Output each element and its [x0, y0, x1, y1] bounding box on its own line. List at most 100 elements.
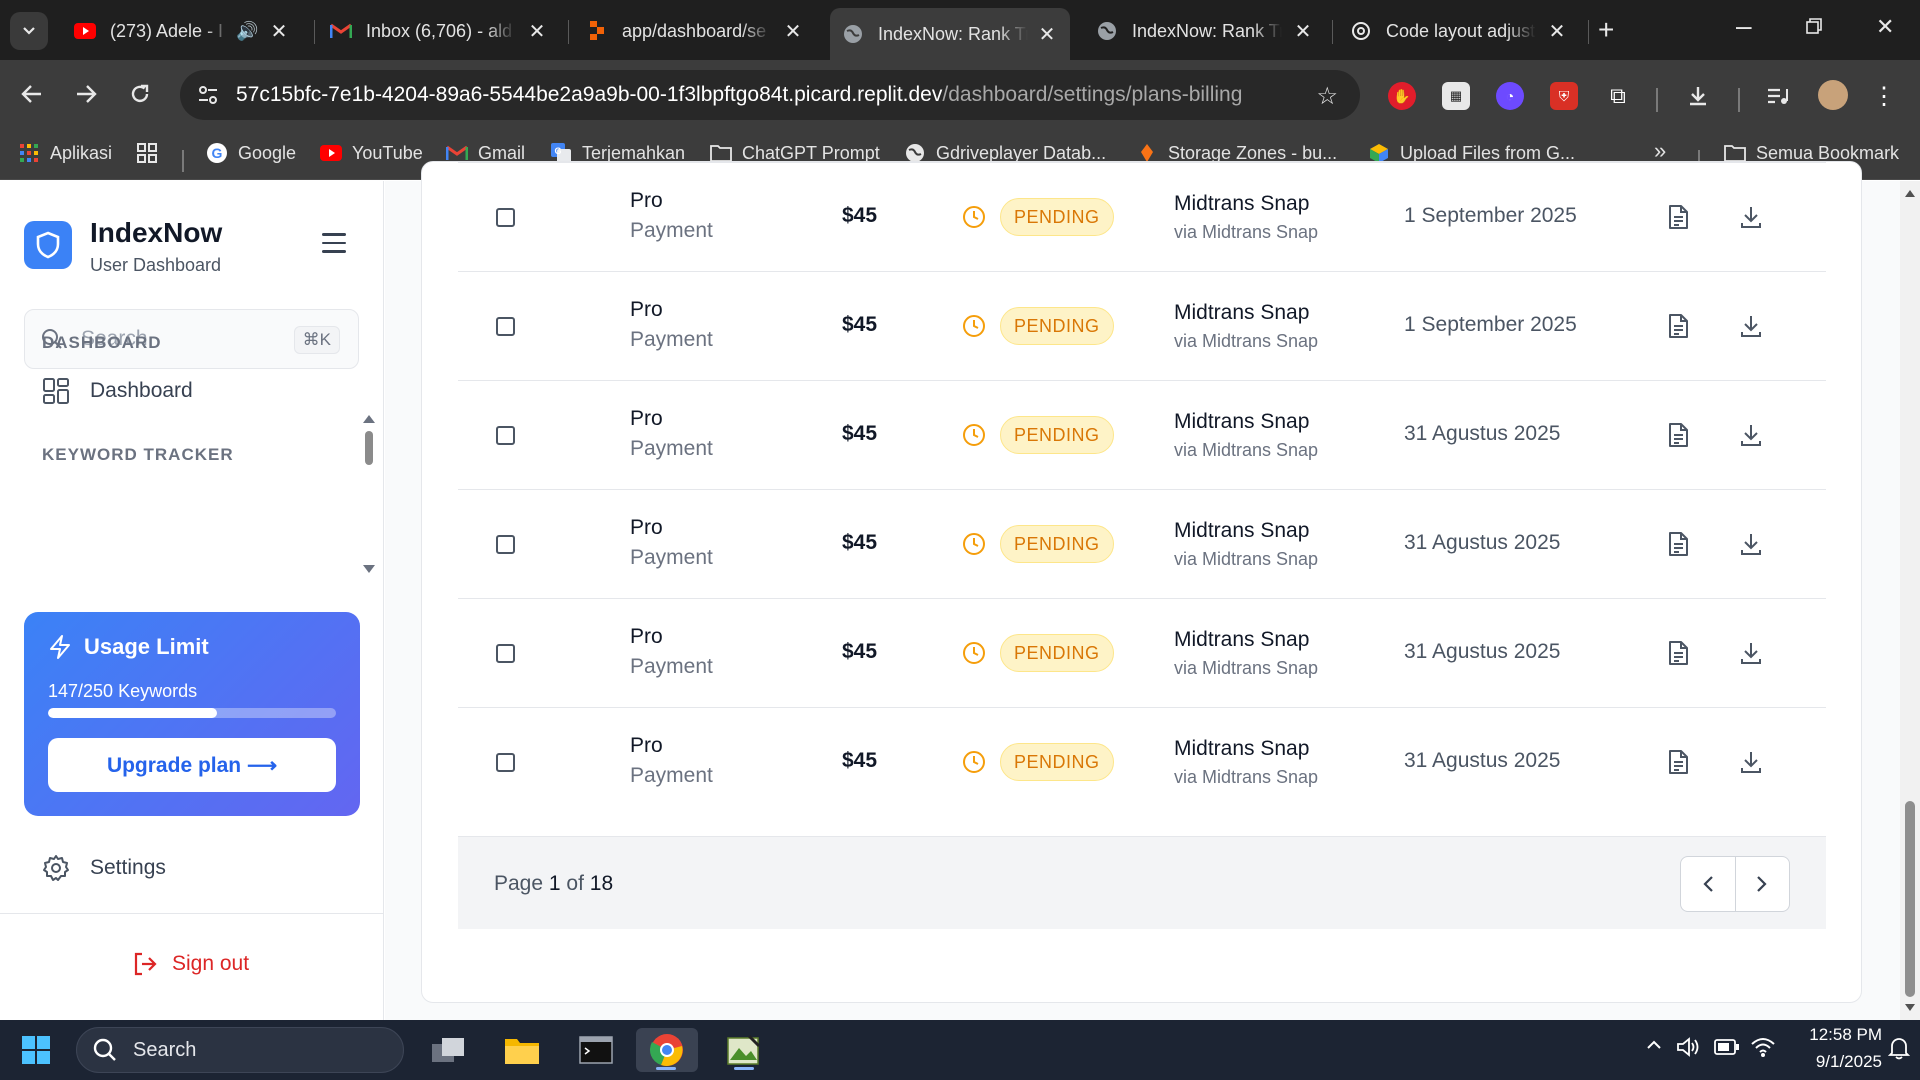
payment-method: Midtrans Snap: [1174, 737, 1310, 760]
bookmark-item[interactable]: [136, 142, 168, 164]
image-editor-button[interactable]: [718, 1028, 770, 1072]
browser-tab[interactable]: Inbox (6,706) - ald ✕: [318, 10, 560, 52]
table-row[interactable]: Pro Payment $45 PENDING Midtrans Snap via Mid…: [458, 380, 1826, 489]
start-button[interactable]: [10, 1028, 62, 1072]
close-icon[interactable]: ✕: [1036, 22, 1058, 47]
row-checkbox[interactable]: [496, 644, 515, 663]
bookmark-star-icon[interactable]: ☆: [1316, 82, 1338, 111]
table-row[interactable]: Pro Payment $45 PENDING Midtrans Snap via Mid…: [458, 707, 1826, 816]
taskbar-search[interactable]: Search: [76, 1027, 404, 1073]
extension-shield-icon[interactable]: ⛨: [1550, 82, 1578, 110]
browser-tab[interactable]: Code layout adjust ✕: [1338, 10, 1580, 52]
row-checkbox[interactable]: [496, 317, 515, 336]
sign-out-button[interactable]: Sign out: [132, 951, 249, 977]
restore-button[interactable]: [1806, 14, 1822, 40]
next-page-button[interactable]: [1734, 857, 1790, 911]
reload-button[interactable]: [124, 78, 156, 110]
close-icon[interactable]: ✕: [782, 19, 804, 44]
wifi-icon[interactable]: [1750, 1036, 1776, 1063]
download-icon[interactable]: [1738, 313, 1764, 339]
bookmark-item[interactable]: Aplikasi: [18, 142, 112, 164]
close-icon[interactable]: ✕: [526, 19, 548, 44]
menu-hamburger-icon[interactable]: [322, 233, 346, 255]
usage-limit-card: Usage Limit 147/250 Keywords Upgrade pla…: [24, 612, 360, 816]
browser-tab[interactable]: IndexNow: Rank Tr ✕: [1084, 10, 1326, 52]
sidebar-scrollbar[interactable]: [362, 409, 376, 579]
invoice-document-icon[interactable]: [1666, 640, 1690, 666]
invoice-document-icon[interactable]: [1666, 204, 1690, 230]
downloads-icon[interactable]: [1684, 82, 1712, 110]
invoice-document-icon[interactable]: [1666, 749, 1690, 775]
media-control-icon[interactable]: [1764, 82, 1792, 110]
menu-kebab-icon[interactable]: ⋮: [1870, 82, 1898, 110]
close-icon[interactable]: ✕: [1546, 19, 1568, 44]
sidebar-item-dashboard[interactable]: Dashboard: [42, 377, 193, 405]
profile-avatar[interactable]: [1818, 80, 1848, 110]
download-icon[interactable]: [1738, 749, 1764, 775]
extension-purple-icon[interactable]: ◔: [1496, 82, 1524, 110]
tray-overflow-icon[interactable]: [1646, 1036, 1662, 1057]
file-explorer-button[interactable]: [496, 1028, 548, 1072]
browser-tab-active[interactable]: IndexNow: Rank Tr ✕: [830, 8, 1070, 60]
new-tab-button[interactable]: +: [1598, 14, 1614, 46]
section-title-keyword-tracker: KEYWORD TRACKER: [42, 445, 234, 464]
payment-method: Midtrans Snap: [1174, 628, 1310, 651]
row-checkbox[interactable]: [496, 753, 515, 772]
transaction-date: 31 Agustus 2025: [1404, 749, 1561, 772]
youtube-icon: [320, 142, 342, 164]
browser-tab[interactable]: app/dashboard/se ✕: [574, 10, 816, 52]
bookmark-item[interactable]: G Google: [206, 142, 296, 164]
arrow-right-icon: [77, 85, 97, 103]
taskbar-date[interactable]: 9/1/2025: [1790, 1052, 1882, 1072]
download-icon[interactable]: [1738, 422, 1764, 448]
table-row[interactable]: Pro Payment $45 PENDING Midtrans Snap via Mid…: [458, 598, 1826, 707]
payment-method: Midtrans Snap: [1174, 519, 1310, 542]
tab-search-button[interactable]: [10, 12, 48, 50]
chrome-taskbar-button[interactable]: [636, 1028, 698, 1072]
volume-icon[interactable]: [1676, 1036, 1700, 1063]
row-checkbox[interactable]: [496, 426, 515, 445]
sidebar-item-settings[interactable]: Settings: [42, 854, 166, 882]
extension-stop-icon[interactable]: ✋: [1388, 82, 1416, 110]
task-view-button[interactable]: [422, 1028, 474, 1072]
site-info-icon[interactable]: [194, 81, 222, 109]
row-checkbox[interactable]: [496, 535, 515, 554]
browser-tab[interactable]: (273) Adele - I 🔊 ✕: [62, 10, 302, 52]
bookmark-item[interactable]: YouTube: [320, 142, 423, 164]
invoice-document-icon[interactable]: [1666, 313, 1690, 339]
forward-button[interactable]: [70, 78, 102, 110]
payment-method: Midtrans Snap: [1174, 301, 1310, 324]
status-badge: PENDING: [1000, 634, 1114, 672]
table-row[interactable]: Pro Payment $45 PENDING Midtrans Snap via Mid…: [458, 162, 1826, 271]
qr-code-icon[interactable]: ▦: [1442, 82, 1470, 110]
download-icon[interactable]: [1738, 531, 1764, 557]
svg-text:G: G: [212, 145, 223, 161]
table-row[interactable]: Pro Payment $45 PENDING Midtrans Snap via Mid…: [458, 271, 1826, 380]
address-bar[interactable]: 57c15bfc-7e1b-4204-89a6-5544be2a9a9b-00-…: [180, 70, 1360, 120]
back-button[interactable]: [16, 78, 48, 110]
payment-via: via Midtrans Snap: [1174, 222, 1319, 242]
page-scrollbar-thumb[interactable]: [1905, 801, 1915, 997]
speaker-icon[interactable]: 🔊: [236, 21, 258, 42]
invoice-document-icon[interactable]: [1666, 531, 1690, 557]
minimize-button[interactable]: –: [1736, 10, 1752, 42]
battery-icon[interactable]: [1714, 1038, 1740, 1061]
close-icon[interactable]: ✕: [1292, 19, 1314, 44]
table-row[interactable]: Pro Payment $45 PENDING Midtrans Snap via Mid…: [458, 489, 1826, 598]
page-scrollbar[interactable]: [1900, 181, 1920, 1020]
usage-count: 147/250 Keywords: [48, 681, 198, 701]
download-icon[interactable]: [1738, 204, 1764, 230]
upgrade-plan-button[interactable]: Upgrade plan ⟶: [48, 738, 336, 792]
download-icon[interactable]: [1738, 640, 1764, 666]
window-close-button[interactable]: ✕: [1876, 14, 1894, 40]
row-checkbox[interactable]: [496, 208, 515, 227]
taskbar-time[interactable]: 12:58 PM: [1790, 1025, 1882, 1045]
close-icon[interactable]: ✕: [268, 19, 290, 44]
extensions-puzzle-icon[interactable]: ⧉: [1604, 82, 1632, 110]
previous-page-button[interactable]: [1681, 857, 1735, 911]
page-current: 1: [548, 872, 561, 895]
terminal-button[interactable]: [570, 1028, 622, 1072]
invoice-document-icon[interactable]: [1666, 422, 1690, 448]
notification-bell-icon[interactable]: [1887, 1036, 1911, 1065]
brand-name: IndexNow: [90, 217, 223, 248]
